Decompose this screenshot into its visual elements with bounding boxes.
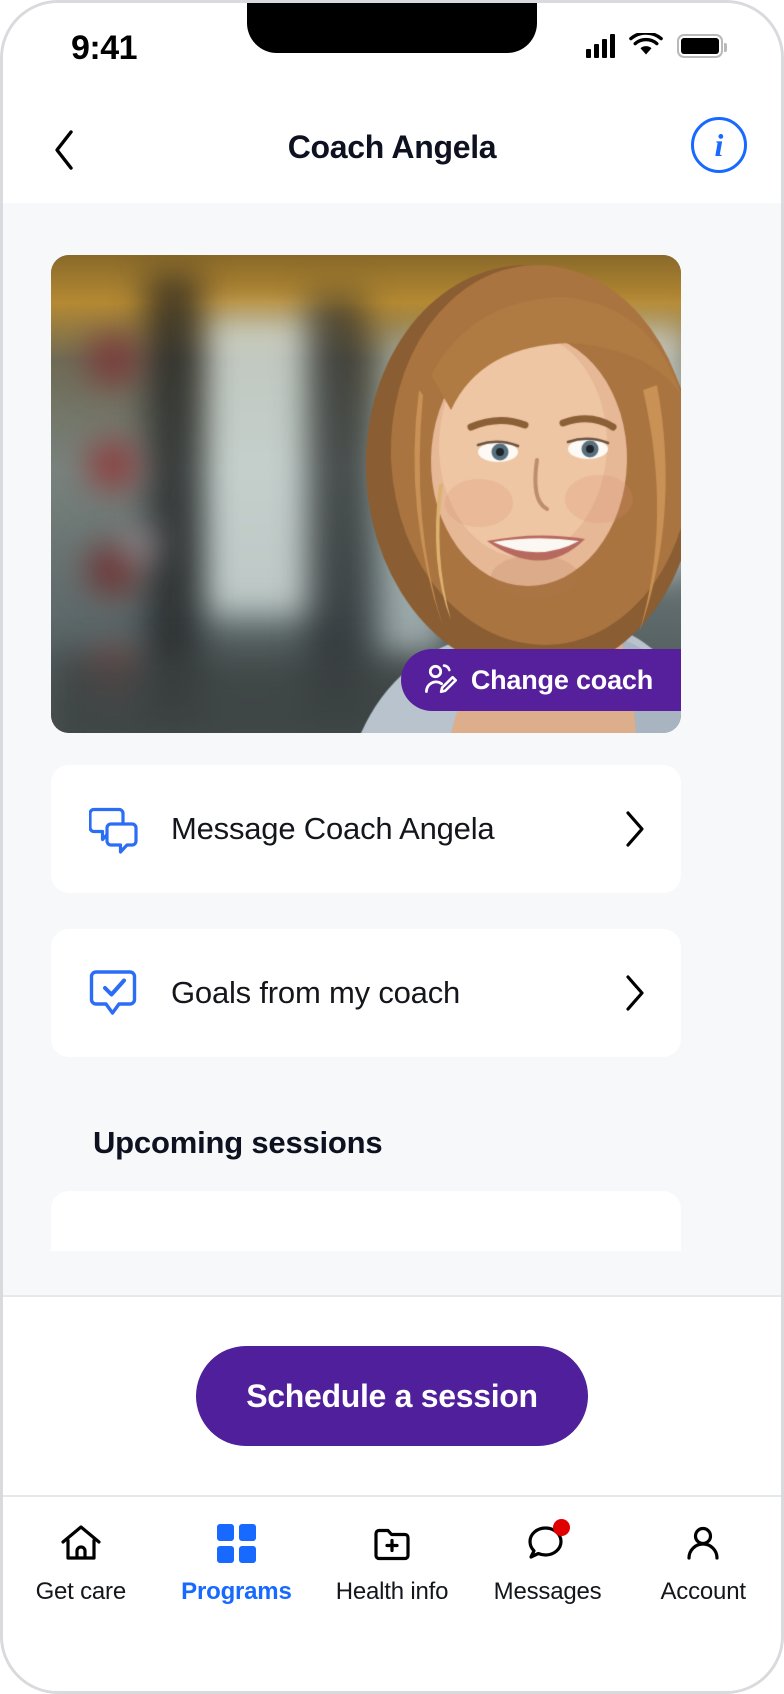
- grid-squares-icon: [213, 1521, 259, 1565]
- tab-get-care[interactable]: Get care: [3, 1521, 159, 1606]
- cta-footer: Schedule a session: [3, 1295, 781, 1495]
- checkmark-bubble-icon: [89, 966, 143, 1020]
- page-title: Coach Angela: [287, 129, 497, 165]
- tab-label-programs: Programs: [181, 1578, 292, 1605]
- tab-label-messages: Messages: [493, 1578, 602, 1605]
- messages-notification-badge: [552, 1519, 570, 1536]
- chevron-right-icon: [623, 809, 647, 849]
- tab-label-health-info: Health info: [335, 1578, 449, 1605]
- coach-photo: Change coach: [51, 255, 681, 733]
- change-coach-label: Change coach: [470, 664, 653, 695]
- tab-label-get-care: Get care: [35, 1578, 127, 1605]
- bottom-tab-bar: Get care Programs Health info Messages A…: [3, 1495, 781, 1691]
- nav-bar: Coach Angela i: [3, 101, 781, 203]
- person-icon: [680, 1521, 726, 1565]
- phone-screen: 9:41 Coach Angela i Change coach Message…: [0, 0, 784, 1694]
- tab-programs[interactable]: Programs: [159, 1521, 315, 1606]
- battery-full-icon: [677, 33, 727, 58]
- person-edit-icon: [424, 664, 457, 694]
- tab-health-info[interactable]: Health info: [314, 1521, 470, 1606]
- action-row-goals[interactable]: Goals from my coach: [51, 929, 681, 1057]
- status-icons: [586, 33, 727, 58]
- tab-account[interactable]: Account: [625, 1521, 781, 1606]
- action-label-goals: Goals from my coach: [171, 975, 461, 1010]
- chat-bubble-icon: [525, 1519, 571, 1565]
- change-coach-button[interactable]: Change coach: [400, 649, 681, 711]
- cellular-signal-icon: [586, 33, 615, 58]
- chevron-right-icon: [623, 973, 647, 1013]
- device-notch: [247, 3, 537, 53]
- info-button[interactable]: i: [691, 117, 747, 173]
- upcoming-session-card-peek[interactable]: [51, 1191, 681, 1251]
- status-bar: 9:41: [3, 3, 781, 101]
- section-heading-upcoming-sessions: Upcoming sessions: [93, 1125, 383, 1160]
- status-time: 9:41: [71, 29, 138, 67]
- wifi-icon: [629, 33, 663, 55]
- schedule-session-button[interactable]: Schedule a session: [196, 1346, 588, 1446]
- home-icon: [58, 1521, 104, 1565]
- chat-bubbles-icon: [89, 802, 143, 856]
- tab-label-account: Account: [660, 1578, 747, 1605]
- tab-messages[interactable]: Messages: [470, 1519, 626, 1606]
- action-label-message: Message Coach Angela: [171, 811, 495, 846]
- folder-plus-icon: [369, 1521, 415, 1565]
- info-circle-icon: i: [714, 126, 724, 163]
- action-row-message[interactable]: Message Coach Angela: [51, 765, 681, 893]
